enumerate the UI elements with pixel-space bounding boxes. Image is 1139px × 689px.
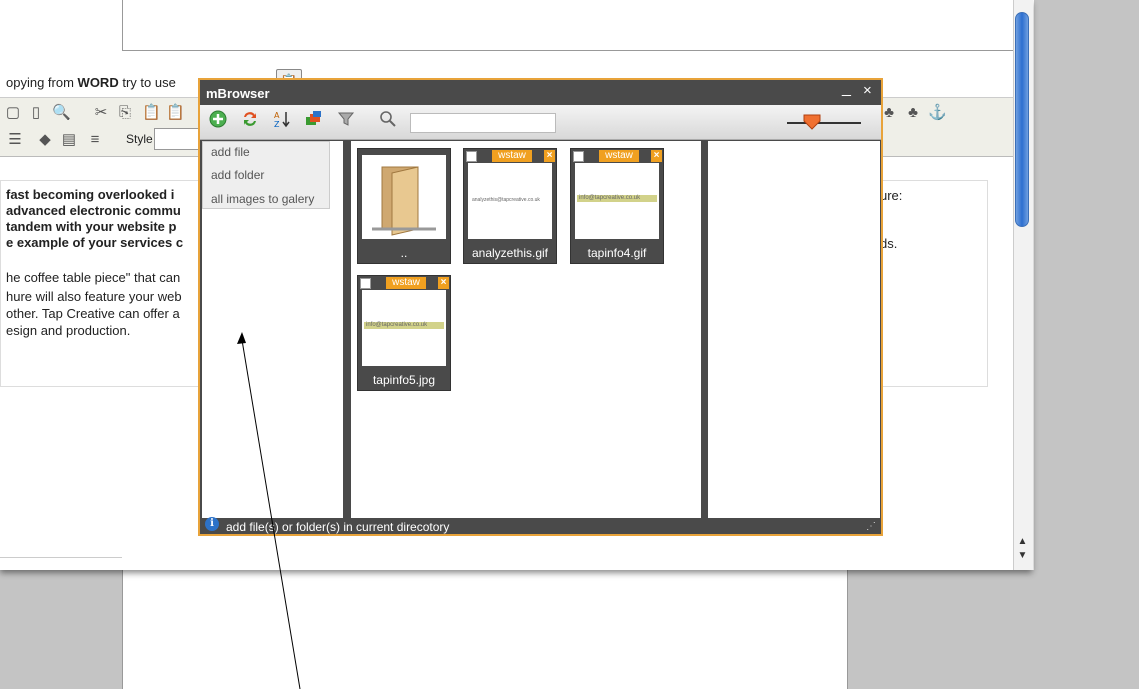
thumbnail-text: info@tapcreative.co.uk <box>366 322 428 328</box>
new-document-icon[interactable]: ▯ <box>27 104 45 122</box>
select-checkbox[interactable] <box>466 151 477 162</box>
refresh-icon[interactable] <box>240 110 260 130</box>
select-checkbox[interactable] <box>360 278 371 289</box>
add-icon[interactable] <box>208 110 228 130</box>
file-tile[interactable]: wstaw × analyzethis@tapcreative.co.uk an… <box>463 148 557 264</box>
delete-icon[interactable]: × <box>544 150 555 162</box>
zoom-slider-track[interactable] <box>787 122 861 124</box>
file-name: tapinfo4.gif <box>587 246 647 260</box>
content-line: e example of your services c <box>6 235 184 250</box>
paste-text-icon[interactable]: 📋 <box>166 104 185 122</box>
file-name: .. <box>400 246 408 260</box>
delete-icon[interactable]: × <box>438 277 449 289</box>
copy-icon[interactable]: ⎘ <box>116 104 134 122</box>
search-icon[interactable] <box>378 110 398 130</box>
gallery-icon[interactable] <box>304 110 324 130</box>
file-tile[interactable]: wstaw × info@tapcreative.co.uk tapinfo5.… <box>357 275 451 391</box>
scroll-down-arrow-icon[interactable]: ▼ <box>1013 549 1032 563</box>
delete-icon[interactable]: × <box>651 150 662 162</box>
sort-icon[interactable]: AZ <box>272 110 292 130</box>
menu-item-add-folder[interactable]: add folder <box>211 168 264 182</box>
status-text: add file(s) or folder(s) in current dire… <box>226 520 450 534</box>
flash-icon[interactable]: ♣ <box>904 104 922 122</box>
content-line: ure: <box>880 188 903 203</box>
divider <box>0 557 122 558</box>
insert-button[interactable]: wstaw <box>599 150 639 162</box>
table-icon[interactable]: ◆ <box>36 131 54 149</box>
anchor-icon[interactable]: ⚓ <box>928 104 947 122</box>
cut-icon[interactable]: ✂ <box>92 104 110 122</box>
insert-button[interactable]: wstaw <box>492 150 532 162</box>
paste-from-word-hint: opying from WORD try to use <box>6 75 176 90</box>
image-thumbnail: analyzethis@tapcreative.co.uk <box>468 163 552 239</box>
close-button[interactable]: × <box>863 82 872 99</box>
preview-icon[interactable]: 🔍 <box>52 104 71 122</box>
minimize-button[interactable]: _ <box>842 80 851 98</box>
filter-icon[interactable] <box>336 110 356 130</box>
desktop-background <box>0 570 122 689</box>
desktop-background <box>1034 0 1139 689</box>
svg-text:Z: Z <box>274 120 280 128</box>
folder-tile[interactable]: .. <box>357 148 451 264</box>
resize-grip-icon[interactable]: ⋰ <box>866 521 876 532</box>
menu-item-add-file[interactable]: add file <box>211 145 250 159</box>
content-line: advanced electronic commu <box>6 203 181 218</box>
desktop-background <box>848 570 1034 689</box>
select-checkbox[interactable] <box>573 151 584 162</box>
thumbnail-text: analyzethis@tapcreative.co.uk <box>472 197 540 203</box>
dialog-title: mBrowser <box>206 86 270 101</box>
thumbnail-text: info@tapcreative.co.uk <box>579 195 641 201</box>
file-name: analyzethis.gif <box>471 246 549 260</box>
save-icon[interactable]: ▢ <box>4 104 22 122</box>
content-line: other. Tap Creative can offer a <box>6 306 180 321</box>
image-thumbnail: info@tapcreative.co.uk <box>575 163 659 239</box>
content-line: hure will also feature your web <box>6 289 182 304</box>
svg-text:A: A <box>274 111 280 120</box>
search-input[interactable] <box>410 113 556 133</box>
style-label: Style <box>126 132 153 146</box>
add-menu: add file add folder all images to galery <box>202 141 330 209</box>
form-icon[interactable]: ▤ <box>60 131 78 149</box>
image-thumbnail: info@tapcreative.co.uk <box>362 290 446 366</box>
list-icon[interactable]: ☰ <box>6 131 24 149</box>
insert-button[interactable]: wstaw <box>386 277 426 289</box>
content-line: esign and production. <box>6 323 131 338</box>
info-icon: i <box>205 517 219 531</box>
title-field[interactable] <box>122 0 1028 51</box>
folder-icon <box>362 155 446 239</box>
style-select[interactable] <box>154 128 202 150</box>
scroll-up-arrow-icon[interactable]: ▲ <box>1013 535 1032 549</box>
content-line: tandem with your website p <box>6 219 177 234</box>
scrollbar-thumb[interactable] <box>1015 12 1029 227</box>
file-name: tapinfo5.jpg <box>372 373 436 387</box>
preview-panel <box>708 141 880 519</box>
menu-item-all-images-to-gallery[interactable]: all images to galery <box>211 192 314 206</box>
content-line: he coffee table piece" that can <box>6 270 181 285</box>
zoom-slider-thumb[interactable] <box>803 114 821 130</box>
file-tile[interactable]: wstaw × info@tapcreative.co.uk tapinfo4.… <box>570 148 664 264</box>
paste-icon[interactable]: 📋 <box>142 104 161 122</box>
rule-icon[interactable]: ≡ <box>86 131 104 149</box>
underlying-page <box>122 570 848 689</box>
content-line: fast becoming overlooked i <box>6 187 175 202</box>
